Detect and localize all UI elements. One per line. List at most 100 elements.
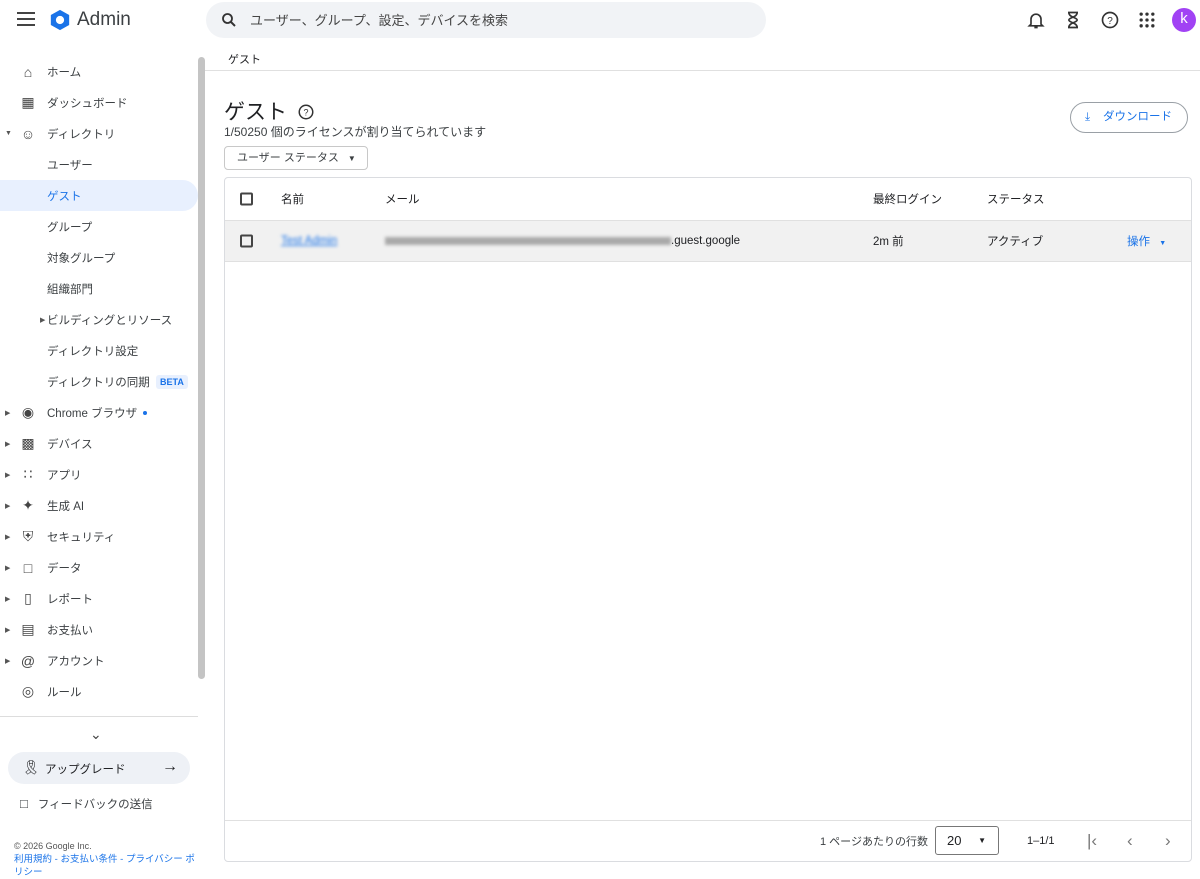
shield-icon: ⛨ bbox=[22, 528, 34, 544]
sidebar-item-label: ルール bbox=[47, 686, 82, 699]
apps-grid-icon[interactable] bbox=[1137, 10, 1157, 30]
svg-text:?: ? bbox=[303, 107, 308, 117]
beta-badge: BETA bbox=[156, 374, 188, 389]
at-icon: @ bbox=[20, 652, 36, 669]
breadcrumb: ゲスト bbox=[228, 54, 261, 66]
search-input[interactable] bbox=[250, 2, 750, 38]
pagination: 1 ページあたりの行数 20 ▼ 1–1/1 |‹ ‹ › bbox=[225, 820, 1191, 861]
feedback-button[interactable]: □ フィードバックの送信 bbox=[20, 796, 153, 812]
svg-text:?: ? bbox=[1107, 16, 1113, 27]
sidebar-item[interactable]: ◎ ルール bbox=[0, 676, 198, 707]
divider bbox=[205, 70, 1200, 71]
row-checkbox[interactable] bbox=[240, 234, 253, 248]
prev-page-icon[interactable]: ‹ bbox=[1127, 831, 1133, 851]
user-status-filter[interactable]: ユーザー ステータス ▼ bbox=[224, 146, 368, 170]
bell-icon[interactable] bbox=[1026, 10, 1046, 30]
sidebar-item-label: ディレクトリの同期 bbox=[47, 376, 150, 389]
billing-terms-link[interactable]: お支払い条件 bbox=[60, 854, 117, 865]
table-row[interactable]: Test Admin .guest.google 2m 前 アクティブ 操作 ▼ bbox=[225, 221, 1191, 262]
sidebar-item-label: データ bbox=[47, 562, 82, 575]
caret-right-icon[interactable]: ▶ bbox=[5, 657, 10, 665]
apps-icon: ∷ bbox=[23, 466, 33, 482]
column-email[interactable]: メール bbox=[385, 191, 420, 207]
sidebar-item[interactable]: ▶ ▯ レポート bbox=[0, 583, 198, 614]
column-status[interactable]: ステータス bbox=[987, 191, 1045, 207]
sidebar-item[interactable]: ゲスト bbox=[0, 180, 198, 211]
terms-link[interactable]: 利用規約 bbox=[14, 854, 52, 865]
filter-label: ユーザー ステータス bbox=[237, 152, 339, 164]
first-page-icon[interactable]: |‹ bbox=[1087, 831, 1097, 851]
sidebar-item[interactable]: 対象グループ bbox=[0, 242, 198, 273]
sidebar-item[interactable]: ▶ □ データ bbox=[0, 552, 198, 583]
sidebar-scrollbar[interactable] bbox=[198, 57, 205, 679]
sidebar-item[interactable]: ▦ ダッシュボード bbox=[0, 87, 198, 118]
license-count: 1/50250 個のライセンスが割り当てられています bbox=[224, 125, 487, 139]
arrow-right-icon: → bbox=[162, 758, 178, 775]
search-bar[interactable] bbox=[206, 2, 766, 38]
dashboard-icon: ▦ bbox=[21, 94, 35, 110]
next-page-icon[interactable]: › bbox=[1165, 831, 1171, 851]
sidebar-item[interactable]: ▶ ▩ デバイス bbox=[0, 428, 198, 459]
chevron-down-icon[interactable]: ⌄ bbox=[90, 726, 102, 743]
top-bar: Admin ? k bbox=[0, 0, 1200, 40]
sidebar-item[interactable]: ▶ @ アカウント bbox=[0, 645, 198, 676]
caret-right-icon[interactable]: ▶ bbox=[5, 502, 10, 510]
dropdown-icon: ▼ bbox=[978, 836, 986, 845]
help-icon[interactable]: ? bbox=[1100, 10, 1120, 30]
devices-icon: ▩ bbox=[21, 435, 35, 451]
column-name[interactable]: 名前 bbox=[281, 191, 304, 207]
caret-right-icon[interactable]: ▶ bbox=[5, 595, 10, 603]
download-button[interactable]: ⤓ ダウンロード bbox=[1070, 102, 1188, 133]
caret-right-icon[interactable]: ▶ bbox=[40, 316, 45, 324]
sidebar-item[interactable]: ▶ ⛨ セキュリティ bbox=[0, 521, 198, 552]
hourglass-icon[interactable] bbox=[1063, 10, 1083, 30]
rows-per-page-value: 20 bbox=[947, 833, 962, 848]
column-last-login[interactable]: 最終ログイン bbox=[873, 191, 942, 207]
caret-right-icon[interactable]: ▶ bbox=[5, 471, 10, 479]
redacted-email bbox=[385, 237, 671, 245]
sidebar-item-label: レポート bbox=[47, 593, 93, 606]
sidebar-item[interactable]: ▼ ☺ ディレクトリ bbox=[0, 118, 198, 149]
sidebar-item-label: 組織部門 bbox=[47, 283, 93, 296]
sidebar-item[interactable]: ▶ ▤ お支払い bbox=[0, 614, 198, 645]
sidebar-item[interactable]: ▶ ビルディングとリソース bbox=[0, 304, 198, 335]
folder-icon: □ bbox=[23, 559, 33, 576]
rule-icon: ◎ bbox=[21, 683, 35, 699]
sidebar-item[interactable]: ▶ ∷ アプリ bbox=[0, 459, 198, 490]
user-name-link[interactable]: Test Admin bbox=[281, 235, 337, 247]
sidebar-item[interactable]: ユーザー bbox=[0, 149, 198, 180]
caret-right-icon[interactable]: ▶ bbox=[5, 533, 10, 541]
credit-card-icon: ▤ bbox=[21, 621, 35, 637]
sidebar-item[interactable]: 組織部門 bbox=[0, 273, 198, 304]
sidebar-item[interactable]: ▶ ◉ Chrome ブラウザ bbox=[0, 397, 198, 428]
avatar[interactable]: k bbox=[1172, 8, 1196, 32]
caret-right-icon[interactable]: ▶ bbox=[5, 564, 10, 572]
home-icon: ⌂ bbox=[23, 63, 33, 80]
sidebar-item-label: デバイス bbox=[47, 438, 93, 451]
sidebar-item-label: ホーム bbox=[47, 66, 82, 79]
sidebar-item[interactable]: グループ bbox=[0, 211, 198, 242]
caret-right-icon[interactable]: ▶ bbox=[5, 409, 10, 417]
download-label: ダウンロード bbox=[1103, 111, 1172, 123]
sidebar-item[interactable]: ディレクトリ設定 bbox=[0, 335, 198, 366]
table-header: 名前 メール 最終ログイン ステータス bbox=[225, 178, 1191, 221]
sidebar-item[interactable]: ▶ ✦ 生成 AI bbox=[0, 490, 198, 521]
upgrade-label: アップグレード bbox=[45, 764, 126, 776]
caret-right-icon[interactable]: ▶ bbox=[5, 440, 10, 448]
caret-down-icon[interactable]: ▼ bbox=[5, 130, 12, 137]
actions-menu[interactable]: 操作 ▼ bbox=[1127, 233, 1166, 249]
rows-per-page-select[interactable]: 20 ▼ bbox=[935, 826, 999, 855]
upgrade-button[interactable]: 🎗 アップグレード → bbox=[8, 752, 190, 784]
sidebar-item-label: グループ bbox=[47, 221, 93, 234]
caret-right-icon[interactable]: ▶ bbox=[5, 626, 10, 634]
status: アクティブ bbox=[987, 236, 1044, 248]
sidebar-item-label: ディレクトリ bbox=[47, 128, 116, 141]
admin-logo bbox=[50, 9, 70, 31]
menu-icon[interactable] bbox=[17, 12, 35, 26]
sidebar-item-label: お支払い bbox=[47, 624, 93, 637]
actions-label: 操作 bbox=[1127, 236, 1150, 248]
sidebar-item[interactable]: ディレクトリの同期 BETA bbox=[0, 366, 198, 397]
help-icon[interactable]: ? bbox=[297, 103, 315, 121]
sidebar-item[interactable]: ⌂ ホーム bbox=[0, 56, 198, 87]
select-all-checkbox[interactable] bbox=[240, 192, 253, 206]
